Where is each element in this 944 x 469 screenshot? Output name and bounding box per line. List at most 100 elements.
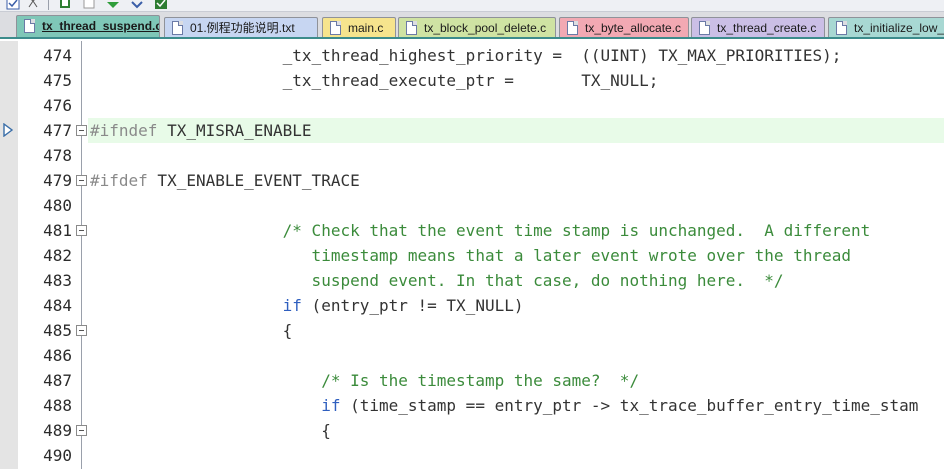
line-number: 476 (43, 96, 72, 115)
code-token: #ifndef (90, 121, 158, 140)
tab-label: main.c (348, 21, 384, 35)
code-line[interactable]: 481 /* Check that the event time stamp i… (0, 218, 944, 243)
code-text: _tx_thread_highest_priority = ((UINT) TX… (90, 43, 842, 68)
code-line[interactable]: 482 timestamp means that a later event w… (0, 243, 944, 268)
code-line[interactable]: 477 #ifndef TX_MISRA_ENABLE (0, 118, 944, 143)
line-number: 478 (43, 146, 72, 165)
checkbox-icon[interactable] (6, 0, 20, 10)
code-editor[interactable]: 474 _tx_thread_highest_priority = ((UINT… (0, 41, 944, 469)
code-token: (entry_ptr != TX_NULL) (301, 296, 524, 315)
code-text: if (time_stamp == entry_ptr -> tx_trace_… (90, 393, 918, 418)
code-token: { (90, 321, 293, 340)
code-line[interactable]: 488 if (time_stamp == entry_ptr -> tx_tr… (0, 393, 944, 418)
code-line[interactable]: 479 #ifdef TX_ENABLE_EVENT_TRACE (0, 168, 944, 193)
line-number: 480 (43, 196, 72, 215)
code-line[interactable]: 484 if (entry_ptr != TX_NULL) (0, 293, 944, 318)
document-icon (24, 19, 35, 33)
tab-tx-thread-create[interactable]: tx_thread_create.c (691, 17, 825, 37)
tab-tx-byte-allocate[interactable]: tx_byte_allocate.c (559, 17, 689, 37)
code-token: timestamp means that a later event wrote… (90, 246, 851, 265)
line-number: 489 (43, 421, 72, 440)
line-number: 477 (43, 121, 72, 140)
code-token: suspend event. In that case, do nothing … (90, 271, 784, 290)
code-token: /* Is the timestamp the same? */ (90, 371, 640, 390)
document-icon (330, 21, 341, 35)
document-icon (699, 21, 710, 35)
bookmark-list-icon[interactable] (154, 0, 168, 10)
code-text: /* Is the timestamp the same? */ (90, 368, 639, 393)
document-icon (836, 21, 847, 35)
tab-label: tx_thread_suspend.c (42, 19, 160, 33)
editor-toolbar (0, 0, 944, 12)
tab-readme-txt[interactable]: 01.例程功能说明.txt (164, 17, 318, 37)
code-line[interactable]: 489 { (0, 418, 944, 443)
code-text: #ifndef TX_MISRA_ENABLE (90, 118, 312, 143)
code-text: { (90, 418, 331, 443)
code-token: _tx_thread_highest_priority = ((UINT) TX… (90, 46, 842, 65)
tab-tx-block-pool-delete[interactable]: tx_block_pool_delete.c (398, 17, 556, 37)
code-line[interactable]: 474 _tx_thread_highest_priority = ((UINT… (0, 43, 944, 68)
code-token: #ifdef (90, 171, 148, 190)
fold-toggle-icon[interactable] (76, 125, 87, 136)
code-line[interactable]: 483 suspend event. In that case, do noth… (0, 268, 944, 293)
bookmark-next-icon[interactable] (106, 0, 120, 10)
line-number: 475 (43, 71, 72, 90)
code-text: if (entry_ptr != TX_NULL) (90, 293, 524, 318)
line-number: 490 (43, 446, 72, 465)
code-token: { (90, 421, 331, 440)
tab-label: 01.例程功能说明.txt (190, 21, 295, 35)
tab-main-c[interactable]: main.c (322, 17, 396, 37)
fold-toggle-icon[interactable] (76, 225, 87, 236)
tab-label: tx_block_pool_delete.c (424, 21, 547, 35)
code-text: { (90, 318, 293, 343)
line-number: 483 (43, 271, 72, 290)
code-token: TX_ENABLE_EVENT_TRACE (147, 171, 360, 190)
code-token: if (321, 396, 341, 415)
bookmark-prev-icon[interactable] (82, 0, 96, 10)
line-number: 486 (43, 346, 72, 365)
code-text: #ifdef TX_ENABLE_EVENT_TRACE (90, 168, 360, 193)
tab-label: tx_byte_allocate.c (585, 21, 682, 35)
code-text: /* Check that the event time stamp is un… (90, 218, 871, 243)
code-line[interactable]: 490 (0, 443, 944, 468)
code-token: _tx_thread_execute_ptr = TX_NULL; (90, 71, 659, 90)
tab-label: tx_initialize_low_ (854, 21, 944, 35)
bookmark-clear-icon[interactable] (130, 0, 144, 10)
code-text: _tx_thread_execute_ptr = TX_NULL; (90, 68, 659, 93)
line-number: 479 (43, 171, 72, 190)
fold-toggle-icon[interactable] (76, 425, 87, 436)
code-token: TX_MISRA_ENABLE (157, 121, 312, 140)
code-token: if (282, 296, 302, 315)
code-text: timestamp means that a later event wrote… (90, 243, 851, 268)
tab-label: tx_thread_create.c (717, 21, 817, 35)
tab-tx-initialize-low[interactable]: tx_initialize_low_ (828, 17, 944, 37)
code-line[interactable]: 485 { (0, 318, 944, 343)
code-line[interactable]: 486 (0, 343, 944, 368)
line-number: 482 (43, 246, 72, 265)
line-number: 474 (43, 46, 72, 65)
file-tab-bar: tx_thread_suspend.c 01.例程功能说明.txt main.c… (0, 12, 944, 39)
fold-toggle-icon[interactable] (76, 175, 87, 186)
code-line[interactable]: 480 (0, 193, 944, 218)
code-line[interactable]: 475 _tx_thread_execute_ptr = TX_NULL; (0, 68, 944, 93)
fold-toggle-icon[interactable] (76, 325, 87, 336)
code-text: suspend event. In that case, do nothing … (90, 268, 784, 293)
document-icon (406, 21, 417, 35)
line-number: 487 (43, 371, 72, 390)
tab-tx-thread-suspend[interactable]: tx_thread_suspend.c (16, 15, 160, 37)
code-line[interactable]: 478 (0, 143, 944, 168)
line-number: 481 (43, 221, 72, 240)
code-line[interactable]: 487 /* Is the timestamp the same? */ (0, 368, 944, 393)
code-line[interactable]: 476 (0, 93, 944, 118)
line-number: 485 (43, 321, 72, 340)
code-token: /* Check that the event time stamp is un… (90, 221, 871, 240)
line-number: 488 (43, 396, 72, 415)
current-line-arrow-icon (3, 123, 13, 137)
line-number: 484 (43, 296, 72, 315)
hierarchy-icon[interactable] (26, 0, 40, 10)
bookmark-toggle-icon[interactable] (58, 0, 72, 10)
code-token: (time_stamp == entry_ptr -> tx_trace_buf… (340, 396, 919, 415)
toolbar-separator (48, 0, 49, 10)
